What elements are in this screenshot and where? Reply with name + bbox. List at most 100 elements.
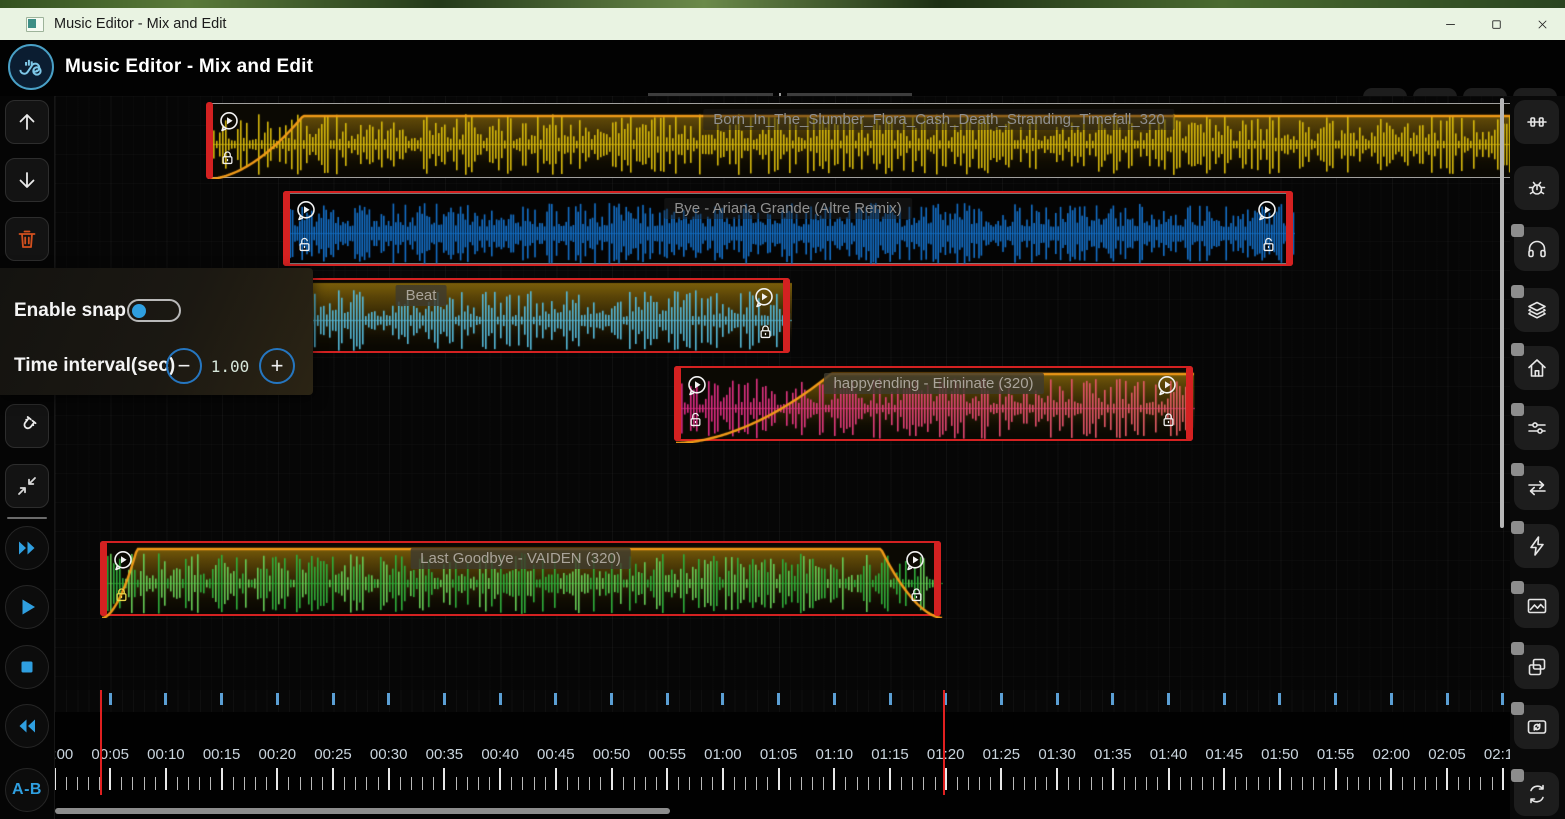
fit-tracks-button[interactable]	[1514, 100, 1559, 144]
clip-trim-handle-right[interactable]	[783, 278, 790, 353]
snap-tool-button[interactable]	[5, 404, 49, 448]
time-label: 01:15	[871, 746, 909, 763]
minor-tick	[1302, 777, 1303, 790]
effects-button[interactable]	[1514, 524, 1559, 568]
minor-tick	[1068, 777, 1069, 790]
stop-button[interactable]	[5, 645, 49, 689]
snap-grid-tick	[1334, 693, 1337, 705]
clip-unlocked-icon[interactable]	[686, 410, 705, 434]
clip-locked-icon[interactable]	[112, 585, 131, 609]
minor-tick	[879, 777, 880, 790]
major-tick	[499, 768, 501, 790]
clip-born-in-the-slumber[interactable]: Born_In_The_Slumber_Flora_Cash_Death_Str…	[207, 103, 1510, 178]
bug-icon	[1525, 176, 1549, 200]
play-button[interactable]	[5, 585, 49, 629]
move-track-down-button[interactable]	[5, 158, 49, 202]
clip-play-icon[interactable]	[752, 286, 776, 315]
collapse-tracks-button[interactable]	[5, 464, 49, 508]
collapse-icon	[15, 474, 39, 498]
minor-tick	[957, 777, 958, 790]
close-button[interactable]	[1519, 8, 1565, 40]
time-label: 00:05	[91, 746, 129, 763]
playhead-marker-a[interactable]	[100, 690, 102, 795]
clip-locked-icon[interactable]	[218, 148, 237, 172]
clip-unlocked-icon[interactable]	[295, 235, 314, 259]
enable-snap-toggle[interactable]	[127, 299, 181, 322]
playhead-marker-b[interactable]	[943, 690, 945, 795]
clip-play-icon[interactable]	[294, 199, 318, 228]
major-tick	[1279, 768, 1281, 790]
clip-last-goodbye-vaiden[interactable]: Last Goodbye - VAIDEN (320)	[100, 541, 941, 616]
minor-tick	[233, 777, 234, 790]
clip-trim-handle-left[interactable]	[674, 366, 681, 441]
minimize-button[interactable]	[1427, 8, 1473, 40]
clip-trim-handle-left[interactable]	[100, 541, 107, 616]
minor-tick	[745, 777, 746, 790]
minor-tick	[701, 777, 702, 790]
snap-grid-tick	[109, 693, 112, 705]
fast-forward-button[interactable]	[5, 526, 49, 570]
minor-tick	[534, 777, 535, 790]
interval-increase-button[interactable]: +	[259, 348, 295, 384]
arrow-up-icon	[15, 110, 39, 134]
horizontal-scrollbar[interactable]	[55, 808, 670, 814]
clip-locked-icon[interactable]	[907, 585, 926, 609]
app-title: Music Editor - Mix and Edit	[65, 56, 313, 78]
minor-tick	[823, 777, 824, 790]
panel-badge	[1511, 463, 1524, 476]
minor-tick	[567, 777, 568, 790]
time-label: 02:10	[1484, 746, 1510, 763]
snap-grid-tick	[164, 693, 167, 705]
clip-play-icon[interactable]	[217, 110, 241, 139]
minor-tick	[1091, 777, 1092, 790]
delete-clip-button[interactable]	[5, 217, 49, 261]
home-button[interactable]	[1514, 346, 1559, 390]
interval-decrease-button[interactable]: −	[166, 348, 202, 384]
right-toolbar	[1510, 96, 1565, 819]
minor-tick	[288, 777, 289, 790]
clip-play-icon[interactable]	[685, 374, 709, 403]
major-tick	[1223, 768, 1225, 790]
clip-trim-handle-left[interactable]	[206, 102, 213, 179]
time-label: 00:15	[203, 746, 241, 763]
clip-play-icon[interactable]	[1255, 199, 1279, 228]
minor-tick	[1046, 777, 1047, 790]
minor-tick	[311, 777, 312, 790]
time-label: 00:25	[314, 746, 352, 763]
waveform-view-button[interactable]	[1514, 584, 1559, 628]
crossfade-button[interactable]	[1514, 466, 1559, 510]
clip-play-icon[interactable]	[111, 549, 135, 578]
snap-grid-tick	[1000, 693, 1003, 705]
major-tick	[833, 768, 835, 790]
replace-audio-button[interactable]	[1514, 705, 1559, 749]
clip-locked-icon[interactable]	[756, 322, 775, 346]
merge-layers-button[interactable]	[1514, 288, 1559, 332]
rewind-button[interactable]	[5, 704, 49, 748]
clip-locked-icon[interactable]	[1159, 410, 1178, 434]
clip-play-icon[interactable]	[903, 549, 927, 578]
snap-grid-tick	[443, 693, 446, 705]
time-label: 00:20	[259, 746, 297, 763]
maximize-button[interactable]	[1473, 8, 1519, 40]
time-label: 01:55	[1317, 746, 1355, 763]
panel-badge	[1511, 285, 1524, 298]
clip-bye-ariana-grande[interactable]: Bye - Ariana Grande (Altre Remix)	[283, 191, 1293, 266]
vertical-scrollbar[interactable]	[1500, 98, 1504, 528]
clip-happyending-eliminate[interactable]: happyending - Eliminate (320)	[674, 366, 1193, 441]
ab-loop-button[interactable]: A-B	[5, 768, 49, 812]
reload-button[interactable]	[1514, 772, 1559, 816]
clip-trim-handle-right[interactable]	[1186, 366, 1193, 441]
time-label: 00:00	[55, 746, 73, 763]
move-track-up-button[interactable]	[5, 100, 49, 144]
denoise-button[interactable]	[1514, 166, 1559, 210]
timeline-ruler[interactable]: 00:0000:0500:1000:1500:2000:2500:3000:35…	[55, 690, 1510, 819]
clip-trim-handle-left[interactable]	[283, 191, 290, 266]
clip-play-icon[interactable]	[1155, 374, 1179, 403]
clip-trim-handle-right[interactable]	[1286, 191, 1293, 266]
equalizer-button[interactable]	[1514, 406, 1559, 450]
preview-button[interactable]	[1514, 227, 1559, 271]
swap-icon	[1525, 476, 1549, 500]
clip-unlocked-icon[interactable]	[1259, 235, 1278, 259]
duplicate-button[interactable]	[1514, 645, 1559, 689]
clip-trim-handle-right[interactable]	[934, 541, 941, 616]
